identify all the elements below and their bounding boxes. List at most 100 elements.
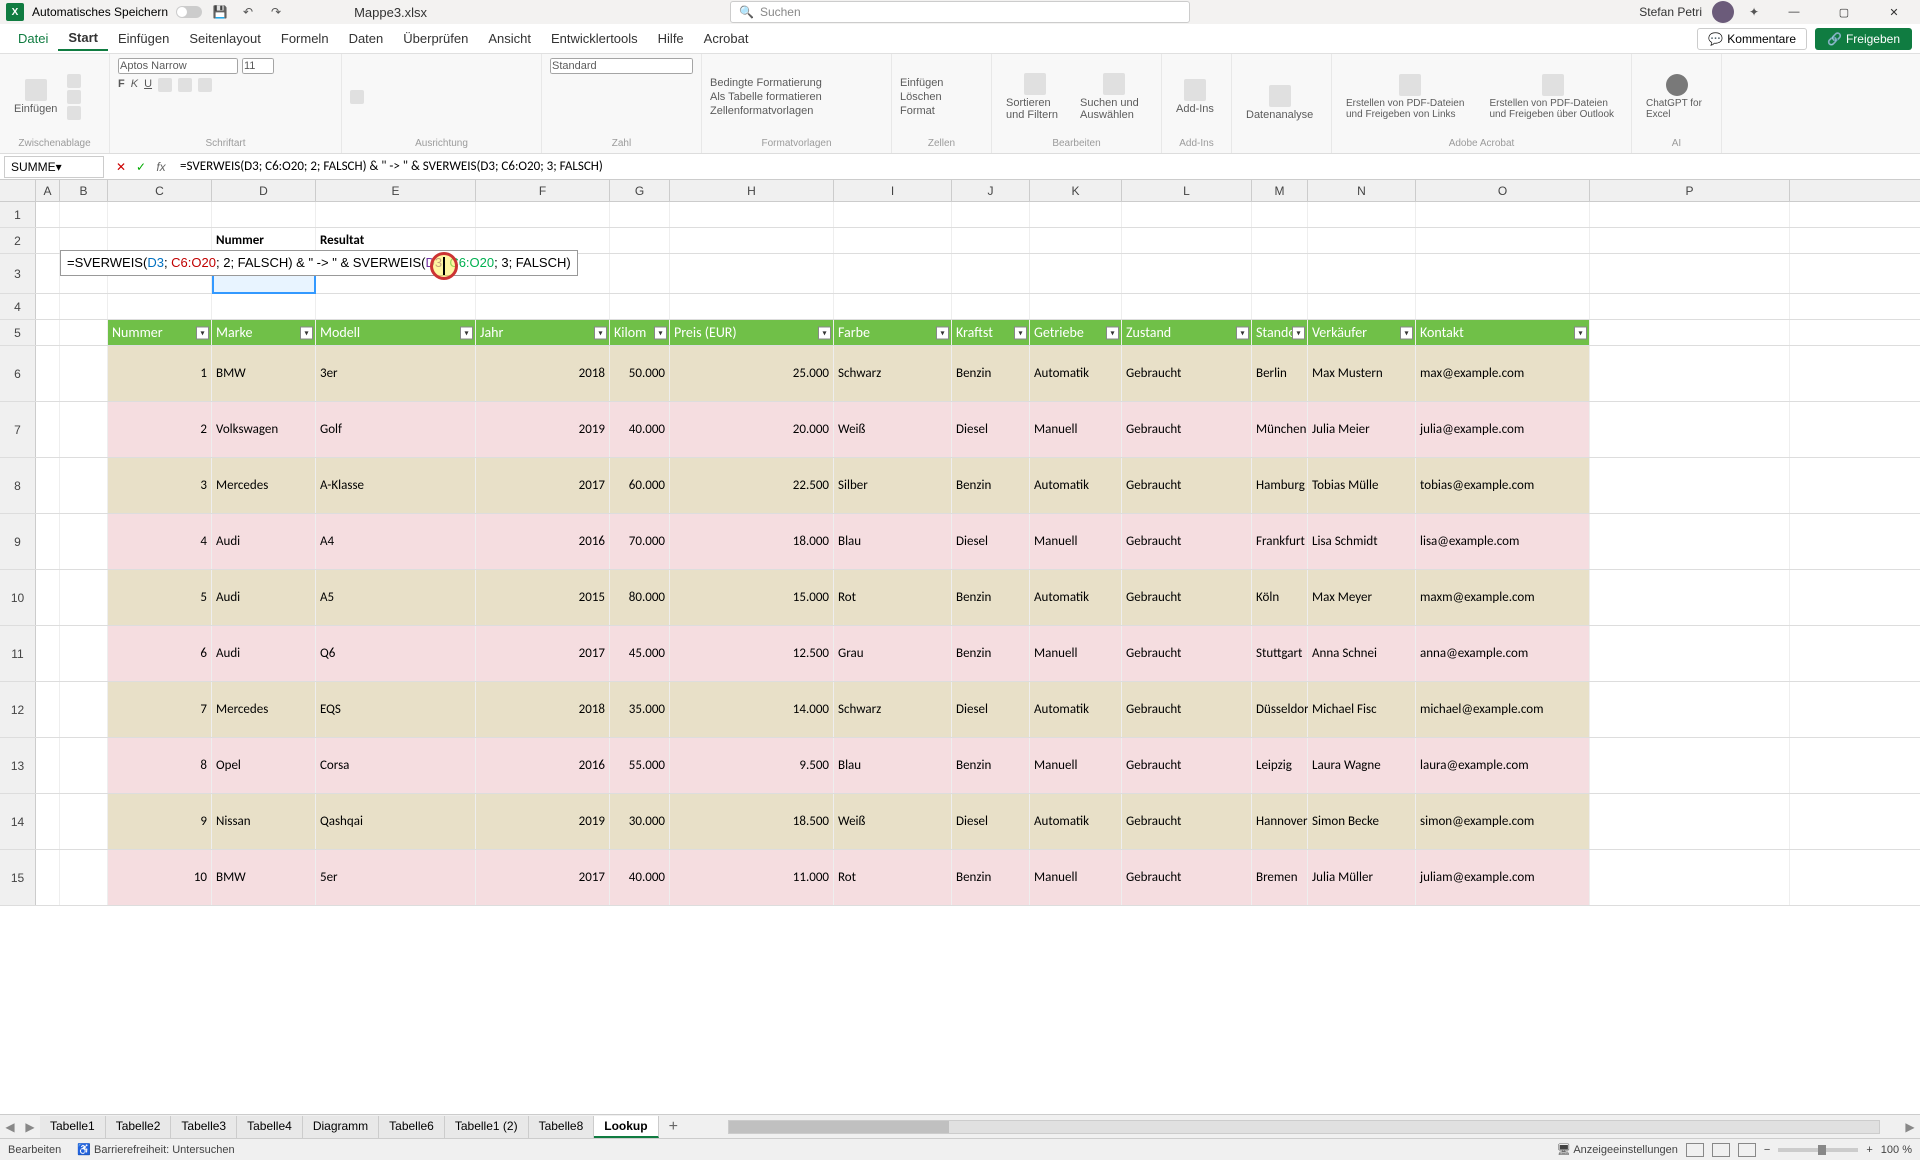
cell[interactable]: 20.000 [670,402,834,457]
autosave-toggle[interactable] [176,6,202,18]
cell[interactable]: 70.000 [610,514,670,569]
cell[interactable]: 6 [108,626,212,681]
cell[interactable]: Julia Müller [1308,850,1416,905]
col-header[interactable]: C [108,180,212,201]
cell[interactable]: Köln [1252,570,1308,625]
cell[interactable]: 2016 [476,738,610,793]
cell[interactable]: Rot [834,850,952,905]
cell-edit-overlay[interactable]: =SVERWEIS(D3; C6:O20; 2; FALSCH) & " -> … [60,250,578,276]
cell[interactable]: Benzin [952,570,1030,625]
copy-icon[interactable] [67,90,81,104]
cell[interactable]: 2017 [476,626,610,681]
paste-button[interactable]: Einfügen [8,77,63,117]
col-header[interactable]: E [316,180,476,201]
border-icon[interactable] [158,78,172,92]
cell[interactable]: Corsa [316,738,476,793]
filter-dropdown-icon[interactable]: ▾ [1236,326,1249,339]
cell[interactable]: Michael Fisc [1308,682,1416,737]
addins-button[interactable]: Add-Ins [1170,77,1220,117]
sheet-tab[interactable]: Tabelle4 [237,1116,303,1138]
cell[interactable]: 35.000 [610,682,670,737]
cell[interactable]: tobias@example.com [1416,458,1590,513]
col-header[interactable]: B [60,180,108,201]
cell[interactable]: Silber [834,458,952,513]
cell[interactable]: 2018 [476,682,610,737]
cell[interactable]: Nissan [212,794,316,849]
cell[interactable]: 25.000 [670,346,834,401]
cell[interactable]: 7 [108,682,212,737]
tab-view[interactable]: Ansicht [478,27,541,50]
col-header[interactable]: M [1252,180,1308,201]
close-button[interactable]: ✕ [1874,0,1914,24]
table-header[interactable]: Kraftst▾ [952,320,1030,345]
cell[interactable]: Benzin [952,458,1030,513]
cell[interactable]: A4 [316,514,476,569]
zoom-level[interactable]: 100 % [1881,1144,1912,1156]
as-table-button[interactable]: Als Tabelle formatieren [710,91,822,103]
cell[interactable]: Hamburg [1252,458,1308,513]
coming-soon-icon[interactable]: ✦ [1744,2,1764,22]
cell[interactable]: 18.000 [670,514,834,569]
cell[interactable]: 60.000 [610,458,670,513]
col-header[interactable]: K [1030,180,1122,201]
display-settings[interactable]: 🖥 Anzeigeeinstellungen [1557,1143,1678,1156]
col-header[interactable]: I [834,180,952,201]
cell[interactable]: Opel [212,738,316,793]
cell[interactable]: Automatik [1030,794,1122,849]
cell[interactable]: Mercedes [212,682,316,737]
scroll-right[interactable]: ▶ [1900,1120,1920,1134]
cell[interactable]: Anna Schnei [1308,626,1416,681]
cell[interactable]: 12.500 [670,626,834,681]
cell[interactable]: 9 [108,794,212,849]
filter-dropdown-icon[interactable]: ▾ [594,326,607,339]
filter-dropdown-icon[interactable]: ▾ [1014,326,1027,339]
cell[interactable]: EQS [316,682,476,737]
cell[interactable]: Diesel [952,402,1030,457]
tab-file[interactable]: Datei [8,27,58,50]
cell[interactable]: anna@example.com [1416,626,1590,681]
cell[interactable]: max@example.com [1416,346,1590,401]
col-header[interactable]: J [952,180,1030,201]
cell[interactable]: Gebraucht [1122,850,1252,905]
sheet-nav-prev[interactable]: ◀ [0,1120,20,1134]
minimize-button[interactable]: — [1774,0,1814,24]
tab-formulas[interactable]: Formeln [271,27,339,50]
filter-dropdown-icon[interactable]: ▾ [654,326,667,339]
cell[interactable]: München [1252,402,1308,457]
cell[interactable]: 40.000 [610,402,670,457]
col-header[interactable]: O [1416,180,1590,201]
sheet-nav-next[interactable]: ▶ [20,1120,40,1134]
cell[interactable]: Tobias Mülle [1308,458,1416,513]
sheet-tab[interactable]: Tabelle6 [379,1116,445,1138]
comments-button[interactable]: 💬 Kommentare [1697,28,1807,50]
cancel-icon[interactable]: ✕ [112,158,130,176]
cell[interactable]: 2017 [476,458,610,513]
cell[interactable]: juliam@example.com [1416,850,1590,905]
col-header[interactable]: D [212,180,316,201]
view-page-break-icon[interactable] [1738,1143,1756,1157]
filter-dropdown-icon[interactable]: ▾ [460,326,473,339]
col-header[interactable]: A [36,180,60,201]
tab-review[interactable]: Überprüfen [393,27,478,50]
sheet-tab[interactable]: Tabelle1 [40,1116,106,1138]
cell[interactable]: Gebraucht [1122,514,1252,569]
table-header[interactable]: Getriebe▾ [1030,320,1122,345]
formula-input[interactable]: =SVERWEIS(D3; C6:O20; 2; FALSCH) & " -> … [174,159,1920,174]
zoom-in[interactable]: + [1866,1144,1872,1156]
table-row[interactable]: 1510BMW5er201740.00011.000RotBenzinManue… [0,850,1920,906]
delete-cells-button[interactable]: Löschen [900,91,943,103]
cell[interactable]: maxm@example.com [1416,570,1590,625]
table-header[interactable]: Kontakt▾ [1416,320,1590,345]
cell[interactable]: Grau [834,626,952,681]
save-icon[interactable]: 💾 [210,2,230,22]
cell[interactable]: 3 [108,458,212,513]
cell[interactable]: Benzin [952,346,1030,401]
cell[interactable]: Benzin [952,738,1030,793]
cell[interactable]: Laura Wagne [1308,738,1416,793]
cell[interactable]: Qashqai [316,794,476,849]
filter-dropdown-icon[interactable]: ▾ [1292,326,1305,339]
table-row[interactable]: 149NissanQashqai201930.00018.500WeißDies… [0,794,1920,850]
cell-styles-button[interactable]: Zellenformatvorlagen [710,105,822,117]
align-icon[interactable] [350,90,364,104]
tab-insert[interactable]: Einfügen [108,27,179,50]
